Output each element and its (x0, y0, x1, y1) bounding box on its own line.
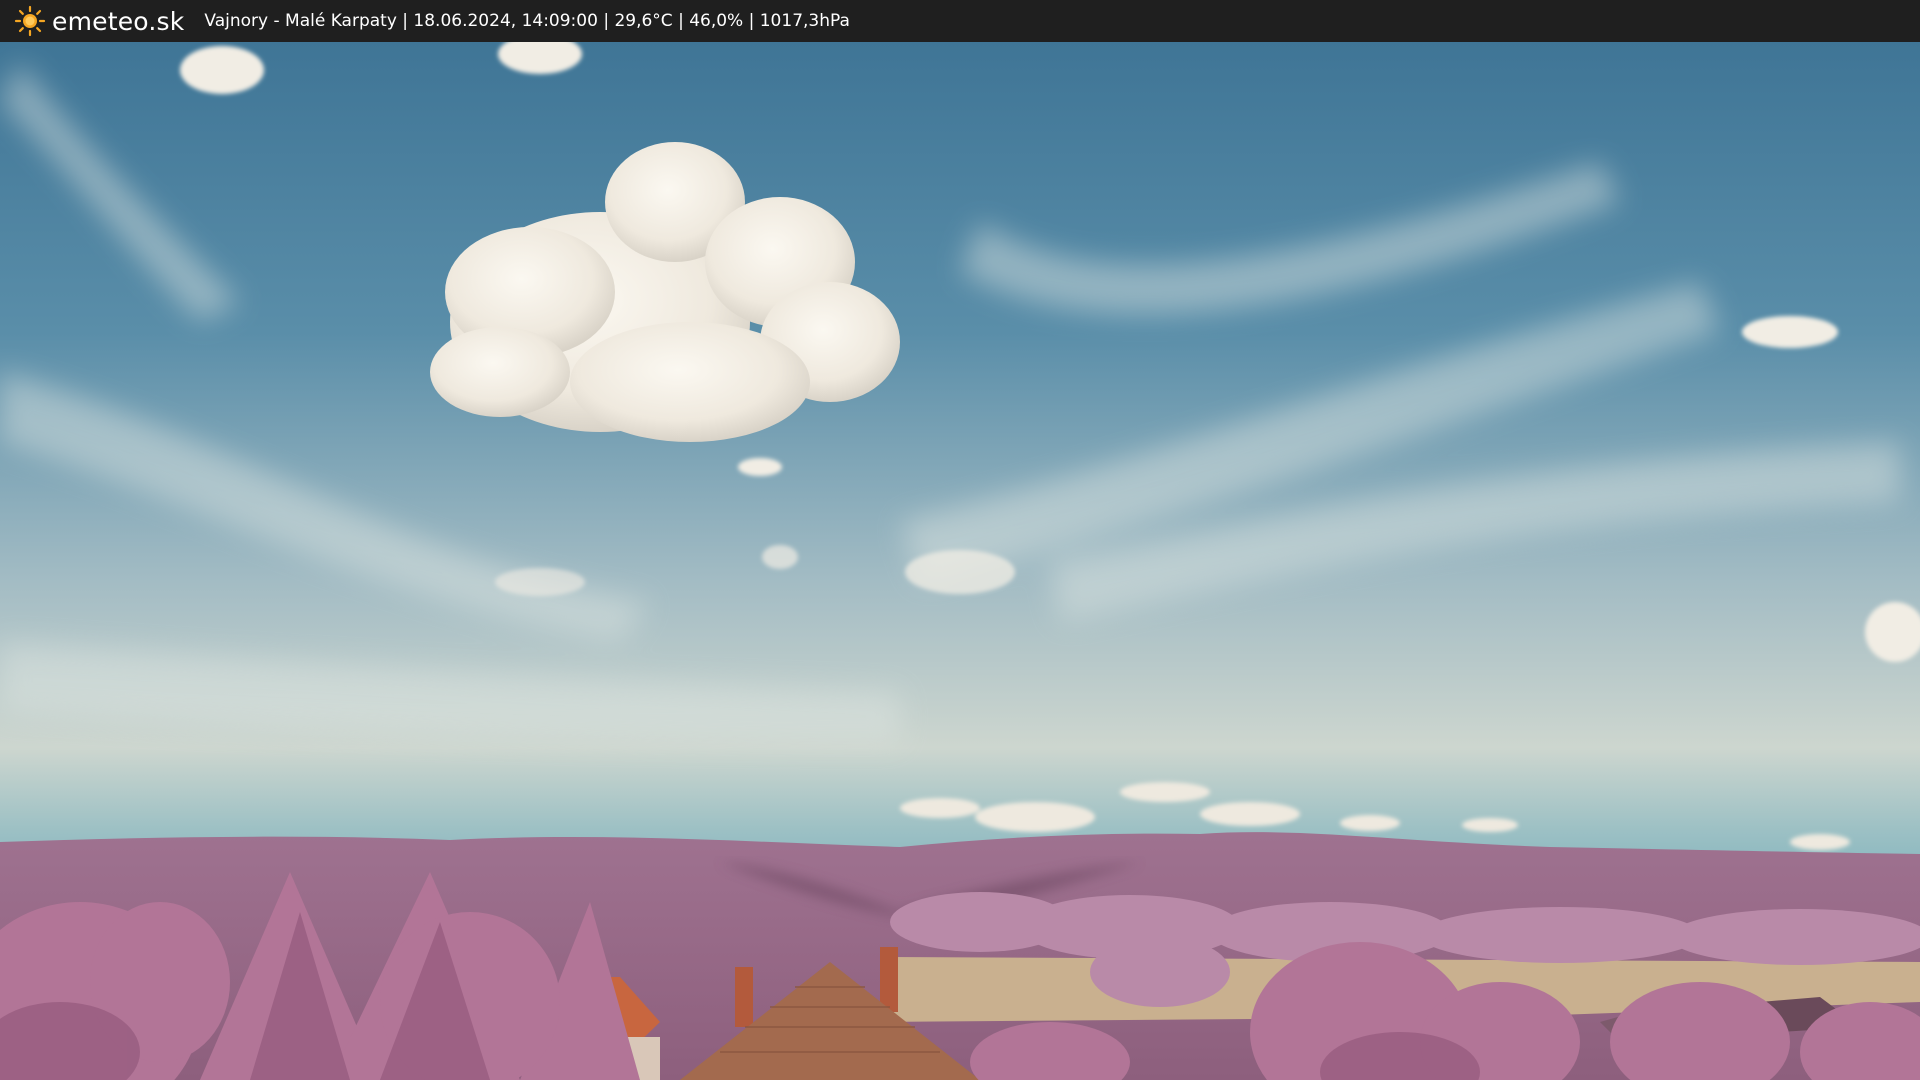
header-bar: emeteo.sk Vajnory - Malé Karpaty | 18.06… (0, 0, 1920, 42)
weather-info-line: Vajnory - Malé Karpaty | 18.06.2024, 14:… (204, 11, 850, 31)
site-name: emeteo.sk (52, 6, 185, 36)
webcam-frame: emeteo.sk Vajnory - Malé Karpaty | 18.06… (0, 0, 1920, 1080)
webcam-image (0, 42, 1920, 1080)
site-logo[interactable]: emeteo.sk (14, 5, 184, 37)
sun-icon (14, 5, 46, 37)
